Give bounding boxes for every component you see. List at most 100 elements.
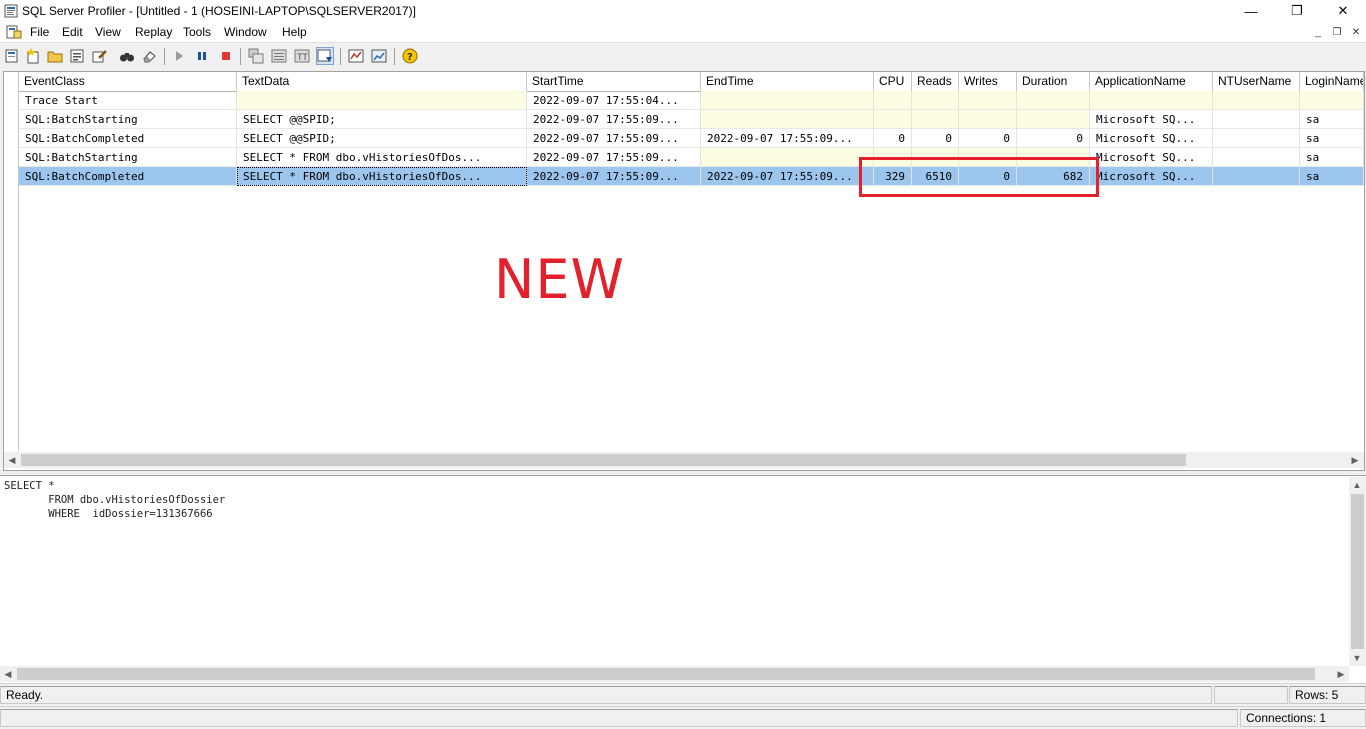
- cell-eventclass: Trace Start: [19, 91, 237, 110]
- column-header-starttime[interactable]: StartTime: [527, 72, 701, 91]
- cell-applicationname: Microsoft SQ...: [1090, 110, 1213, 129]
- cell-textdata: SELECT * FROM dbo.vHistoriesOfDos...: [237, 167, 527, 186]
- scroll-down-arrow-icon[interactable]: ▼: [1349, 650, 1365, 666]
- column-header-applicationname[interactable]: ApplicationName: [1090, 72, 1213, 91]
- text-vertical-scrollbar[interactable]: ▲ ▼: [1349, 477, 1366, 666]
- svg-text:TT: TT: [296, 53, 308, 63]
- cell-textdata: SELECT @@SPID;: [237, 129, 527, 148]
- scroll-right-arrow-icon[interactable]: ▶: [1347, 452, 1363, 468]
- table-row[interactable]: Trace Start 2022-09-07 17:55:04...: [4, 91, 1364, 110]
- cell-starttime: 2022-09-07 17:55:04...: [527, 91, 701, 110]
- aggregated-view-button[interactable]: [270, 47, 288, 65]
- new-trace-icon: [5, 49, 18, 63]
- stop-trace-button[interactable]: [217, 47, 235, 65]
- cell-reads: [912, 91, 959, 110]
- text-view-button[interactable]: TT: [293, 47, 311, 65]
- table-row[interactable]: SQL:BatchStarting SELECT * FROM dbo.vHis…: [4, 148, 1364, 167]
- cell-textdata: SELECT @@SPID;: [237, 110, 527, 129]
- document-icon[interactable]: [6, 25, 22, 39]
- column-header-cpu[interactable]: CPU: [874, 72, 912, 91]
- menu-replay[interactable]: Replay: [135, 25, 172, 39]
- cell-textdata: SELECT * FROM dbo.vHistoriesOfDos...: [237, 148, 527, 167]
- table-row[interactable]: SQL:BatchCompleted SELECT @@SPID; 2022-0…: [4, 129, 1364, 148]
- column-header-eventclass[interactable]: EventClass: [19, 72, 237, 91]
- svg-text:?: ?: [407, 52, 413, 63]
- column-header-textdata[interactable]: TextData: [237, 72, 527, 91]
- menu-file[interactable]: File: [30, 25, 49, 39]
- cell-reads: 0: [912, 129, 959, 148]
- red-highlight-box: [859, 157, 1099, 197]
- column-header-writes[interactable]: Writes: [959, 72, 1017, 91]
- table-row-selected[interactable]: SQL:BatchCompleted SELECT * FROM dbo.vHi…: [4, 167, 1364, 186]
- menu-window[interactable]: Window: [224, 25, 267, 39]
- folder-open-icon: [47, 51, 63, 63]
- menu-help[interactable]: Help: [282, 25, 307, 39]
- status-connections: Connections: 1: [1240, 709, 1366, 727]
- table-row[interactable]: SQL:BatchStarting SELECT @@SPID; 2022-09…: [4, 110, 1364, 129]
- properties-button[interactable]: [68, 47, 86, 65]
- new-trace-button[interactable]: [3, 47, 21, 65]
- cell-reads: [912, 110, 959, 129]
- cell-cpu: 0: [874, 129, 912, 148]
- title-bar: SQL Server Profiler - [Untitled - 1 (HOS…: [0, 0, 1366, 22]
- scroll-up-arrow-icon[interactable]: ▲: [1349, 477, 1365, 493]
- mdi-restore-button[interactable]: ❐: [1329, 25, 1345, 39]
- run-trace-button[interactable]: [170, 47, 188, 65]
- text-data-panel[interactable]: SELECT * FROM dbo.vHistoriesOfDossier WH…: [0, 475, 1366, 683]
- grid-horizontal-scrollbar[interactable]: ◀ ▶: [4, 452, 1364, 468]
- cell-loginname: sa: [1300, 129, 1364, 148]
- close-button[interactable]: ✕: [1320, 0, 1366, 22]
- scroll-right-arrow-icon[interactable]: ▶: [1333, 666, 1349, 682]
- autoscroll-button[interactable]: [316, 47, 334, 65]
- status-bar: Ready. Rows: 5: [0, 683, 1366, 706]
- status-ready: Ready.: [0, 686, 1212, 704]
- menu-bar: File Edit View Replay Tools Window Help …: [0, 22, 1366, 42]
- cell-endtime: [701, 148, 874, 167]
- mdi-close-button[interactable]: ✕: [1348, 25, 1364, 39]
- column-header-endtime[interactable]: EndTime: [701, 72, 874, 91]
- binoculars-icon: [120, 53, 134, 62]
- restore-button[interactable]: ❐: [1274, 0, 1320, 22]
- grid-scroll-thumb[interactable]: [21, 454, 1186, 466]
- trace-grid[interactable]: EventClass TextData StartTime EndTime CP…: [3, 71, 1365, 471]
- grid-header: EventClass TextData StartTime EndTime CP…: [4, 72, 1364, 92]
- cell-applicationname: Microsoft SQ...: [1090, 148, 1213, 167]
- menu-view[interactable]: View: [95, 25, 121, 39]
- cell-ntusername: [1213, 110, 1300, 129]
- profiler-app-icon: [4, 4, 18, 18]
- menu-tools[interactable]: Tools: [183, 25, 211, 39]
- minimize-button[interactable]: —: [1228, 0, 1274, 22]
- column-header-duration[interactable]: Duration: [1017, 72, 1090, 91]
- performance-chart-icon: [371, 49, 387, 63]
- performance-monitor-button[interactable]: [370, 47, 388, 65]
- cell-eventclass: SQL:BatchStarting: [19, 110, 237, 129]
- mdi-minimize-button[interactable]: _: [1310, 25, 1326, 39]
- pause-icon: [198, 52, 206, 60]
- scroll-left-arrow-icon[interactable]: ◀: [4, 452, 20, 468]
- clear-trace-button[interactable]: [140, 47, 158, 65]
- open-button[interactable]: [46, 47, 64, 65]
- text-horizontal-scrollbar[interactable]: ◀ ▶: [0, 666, 1349, 682]
- scroll-left-arrow-icon[interactable]: ◀: [0, 666, 16, 682]
- find-button[interactable]: [118, 47, 136, 65]
- column-header-reads[interactable]: Reads: [912, 72, 959, 91]
- eraser-icon: [143, 51, 156, 63]
- group-events-button[interactable]: [247, 47, 265, 65]
- cell-loginname: [1300, 91, 1364, 110]
- column-header-loginname[interactable]: LoginName: [1300, 72, 1364, 91]
- cell-ntusername: [1213, 91, 1300, 110]
- properties-icon: [70, 49, 84, 63]
- text-scroll-thumb[interactable]: [1351, 494, 1364, 649]
- pause-trace-button[interactable]: [193, 47, 211, 65]
- cell-endtime: 2022-09-07 17:55:09...: [701, 129, 874, 148]
- new-template-button[interactable]: [24, 47, 42, 65]
- templates-button[interactable]: [90, 47, 108, 65]
- help-button[interactable]: ?: [401, 47, 419, 65]
- column-header-ntusername[interactable]: NTUserName: [1213, 72, 1300, 91]
- cell-eventclass: SQL:BatchCompleted: [19, 167, 237, 186]
- activity-monitor-button[interactable]: [347, 47, 365, 65]
- menu-edit[interactable]: Edit: [62, 25, 83, 39]
- autoscroll-icon: [317, 49, 332, 62]
- status-empty-pane: [0, 709, 1238, 727]
- text-hscroll-thumb[interactable]: [17, 668, 1315, 680]
